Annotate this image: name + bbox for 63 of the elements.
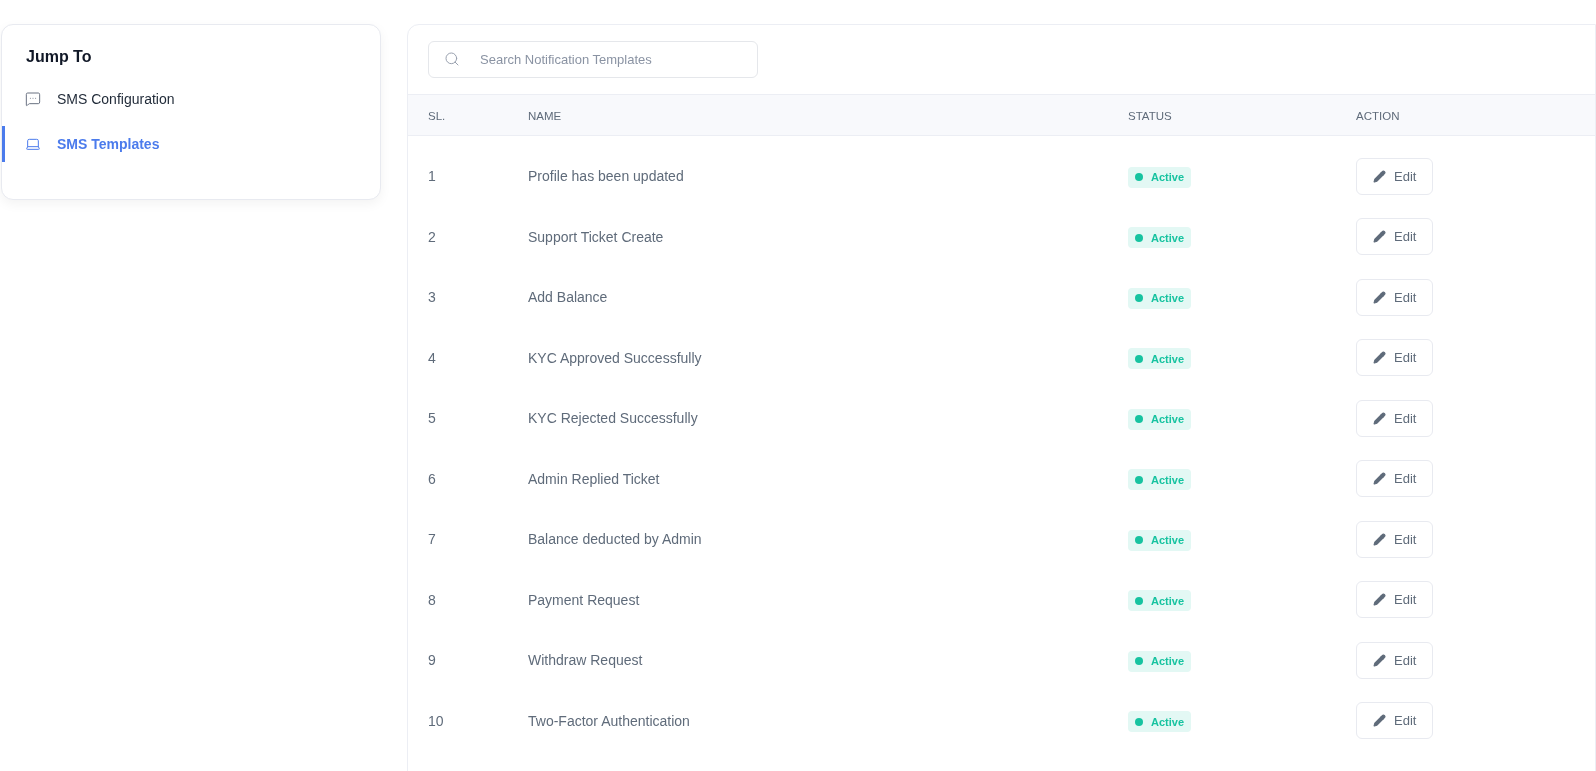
pencil-icon xyxy=(1373,653,1386,667)
status-badge: Active xyxy=(1128,469,1192,491)
table-cell: 8 xyxy=(428,591,436,608)
table-cell: 6 xyxy=(428,470,436,487)
table-cell: Two-Factor Authentication xyxy=(528,712,690,729)
edit-button[interactable]: Edit xyxy=(1356,399,1434,437)
table-cell: Support Ticket Create xyxy=(528,228,664,245)
pencil-icon xyxy=(1373,351,1386,365)
sidebar-item[interactable]: SMS Configuration xyxy=(2,81,380,117)
pencil-icon xyxy=(1373,593,1386,607)
table-cell: Balance deducted by Admin xyxy=(528,531,702,548)
sidebar-title: Jump To xyxy=(25,47,93,67)
status-badge: Active xyxy=(1128,287,1192,309)
column-header: NAME xyxy=(528,110,562,122)
table-cell: 9 xyxy=(428,652,436,669)
status-badge: Active xyxy=(1128,650,1192,672)
pencil-icon xyxy=(1373,411,1386,425)
table-cell: 7 xyxy=(428,531,436,548)
laptop-icon xyxy=(25,136,41,152)
table-cell: 1 xyxy=(428,168,436,185)
pencil-icon xyxy=(1373,532,1386,546)
table-cell: KYC Rejected Successfully xyxy=(528,410,698,427)
pencil-icon xyxy=(1373,472,1386,486)
edit-button[interactable]: Edit xyxy=(1356,339,1434,377)
table-cell: 2 xyxy=(428,228,436,245)
edit-button[interactable]: Edit xyxy=(1356,278,1434,316)
table-cell: 4 xyxy=(428,349,436,366)
search-field[interactable]: Search Notification Templates xyxy=(428,41,758,78)
edit-button[interactable]: Edit xyxy=(1356,702,1434,740)
sidebar-item-label: SMS Templates xyxy=(57,134,160,154)
pencil-icon xyxy=(1373,290,1386,304)
pencil-icon xyxy=(1373,169,1386,183)
sidebar-item-label: SMS Configuration xyxy=(57,89,175,109)
table-cell: Withdraw Request xyxy=(528,652,643,669)
table-cell: 10 xyxy=(428,712,444,729)
pencil-icon xyxy=(1373,230,1386,244)
status-badge: Active xyxy=(1128,711,1192,733)
table-cell: Admin Replied Ticket xyxy=(528,470,660,487)
pencil-icon xyxy=(1373,714,1386,728)
table-cell: 3 xyxy=(428,289,436,306)
edit-button[interactable]: Edit xyxy=(1356,641,1434,679)
edit-button[interactable]: Edit xyxy=(1356,218,1434,256)
status-badge: Active xyxy=(1128,166,1192,188)
message-icon xyxy=(25,91,41,107)
table-cell: Add Balance xyxy=(528,289,608,306)
edit-button[interactable]: Edit xyxy=(1356,460,1434,498)
edit-button[interactable]: Edit xyxy=(1356,157,1434,195)
search-icon xyxy=(444,51,460,67)
status-badge: Active xyxy=(1128,590,1192,612)
column-header: STATUS xyxy=(1128,110,1172,122)
status-badge: Active xyxy=(1128,227,1192,249)
column-header: ACTION xyxy=(1356,110,1400,122)
sidebar-item[interactable]: SMS Templates xyxy=(2,126,380,162)
table-cell: 5 xyxy=(428,410,436,427)
table-cell: Payment Request xyxy=(528,591,640,608)
edit-button[interactable]: Edit xyxy=(1356,581,1434,619)
edit-button[interactable]: Edit xyxy=(1356,520,1434,558)
status-badge: Active xyxy=(1128,529,1192,551)
table-cell: Profile has been updated xyxy=(528,168,684,185)
status-badge: Active xyxy=(1128,348,1192,370)
column-header: SL. xyxy=(428,110,446,122)
status-badge: Active xyxy=(1128,408,1192,430)
table-cell: KYC Approved Successfully xyxy=(528,349,702,366)
